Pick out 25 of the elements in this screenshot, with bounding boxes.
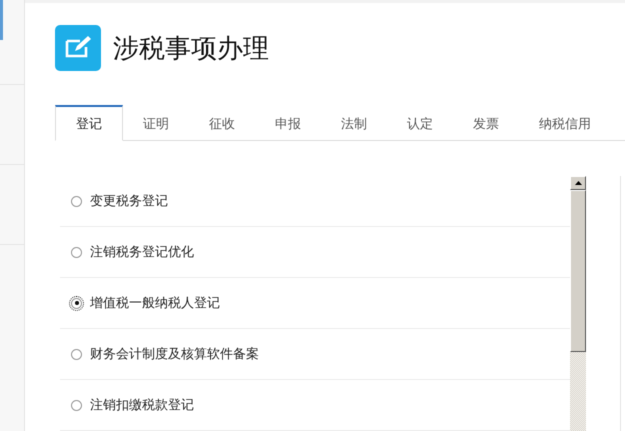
scroll-up-button[interactable]: [570, 176, 586, 190]
scroll-thumb[interactable]: [570, 190, 586, 352]
radio-button[interactable]: [71, 246, 82, 258]
tab[interactable]: 纳税信用: [519, 105, 611, 141]
tab[interactable]: 认定: [387, 105, 453, 141]
page-title: 涉税事项办理: [113, 32, 269, 66]
up-arrow-icon: [574, 181, 582, 185]
radio-button[interactable]: [71, 196, 82, 206]
tab[interactable]: 征收: [189, 105, 255, 141]
option-label[interactable]: 财务会计制度及核算软件备案: [90, 345, 259, 363]
scrollbar[interactable]: [570, 176, 586, 431]
tab[interactable]: 证明: [123, 105, 189, 141]
radio-button[interactable]: [71, 400, 82, 410]
edit-icon: [55, 25, 101, 71]
option-label[interactable]: 增值税一般纳税人登记: [90, 294, 220, 312]
option-label[interactable]: 注销税务登记优化: [90, 243, 194, 261]
option-label[interactable]: 变更税务登记: [90, 192, 168, 210]
tab[interactable]: 法制: [321, 105, 387, 141]
radio-button[interactable]: [71, 348, 82, 360]
sidebar-highlight: [0, 0, 3, 40]
tab[interactable]: 登记: [55, 105, 123, 141]
tab[interactable]: 发票: [453, 105, 519, 141]
option-label[interactable]: 注销扣缴税款登记: [90, 396, 194, 414]
tab[interactable]: 申报: [255, 105, 321, 141]
radio-button[interactable]: [71, 298, 82, 308]
